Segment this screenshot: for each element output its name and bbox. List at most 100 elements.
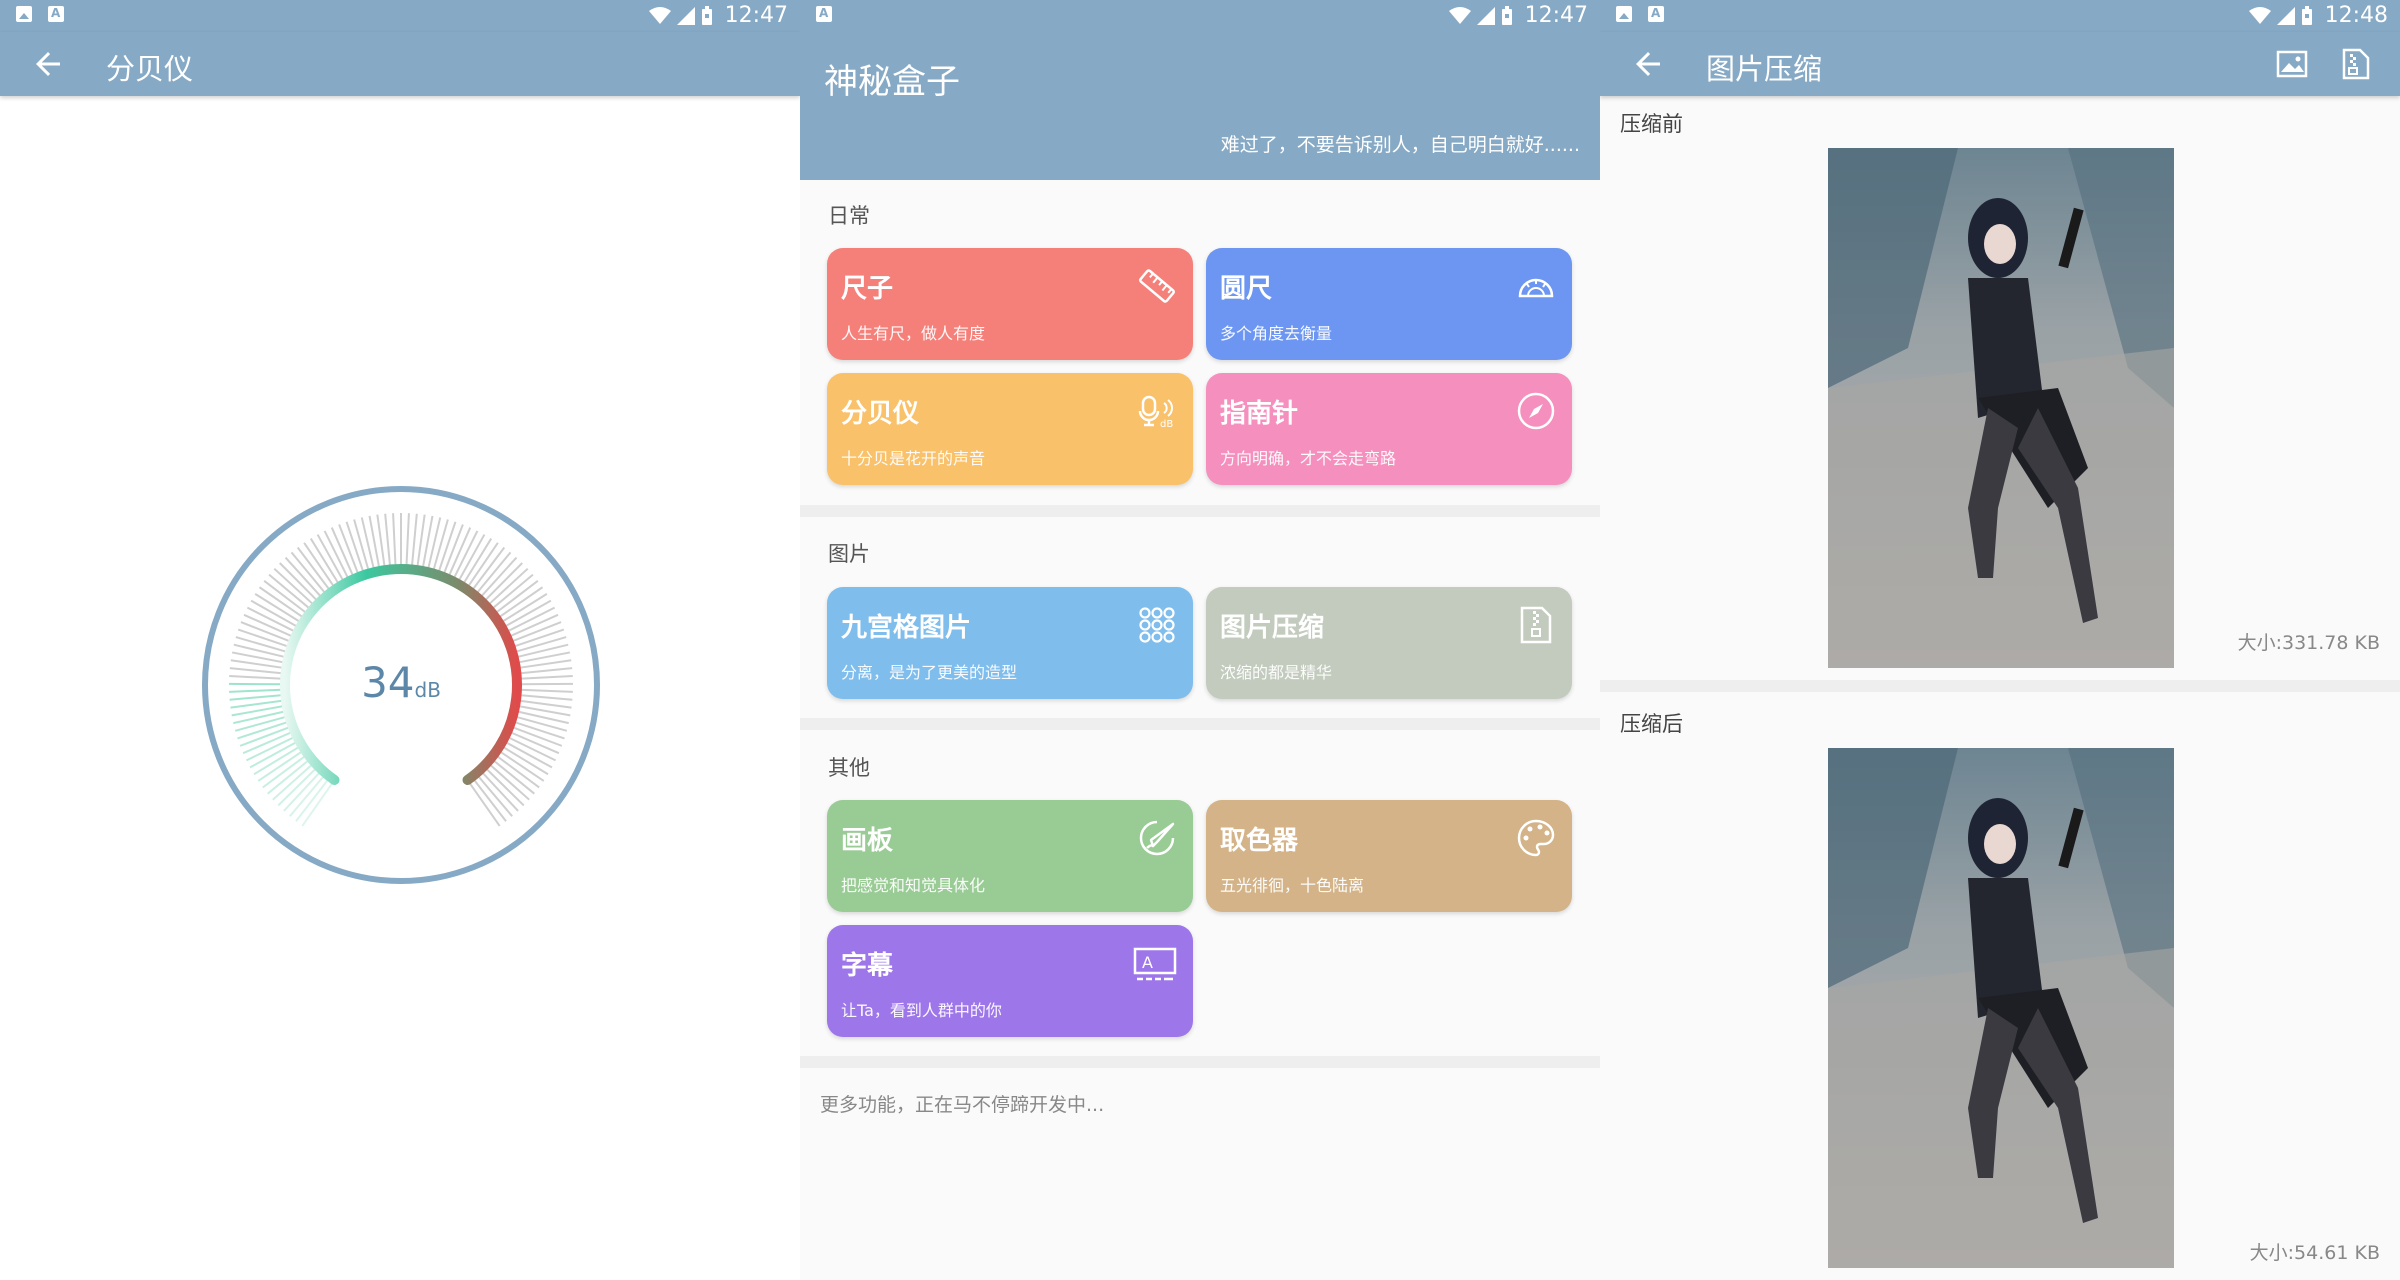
card-title: 尺子 (841, 274, 894, 304)
page-title: 分贝仪 (106, 52, 194, 86)
gauge-tick (426, 517, 442, 573)
decibel-icon: dB (1138, 395, 1173, 430)
gauge-tick (250, 599, 301, 629)
card-color-picker[interactable]: 取色器 五光徘徊，十色陆离 (1206, 800, 1572, 912)
svg-text:dB: dB (1160, 419, 1173, 430)
clock: 12:48 (2324, 3, 2388, 28)
card-title: 指南针 (1220, 399, 1299, 429)
svg-text:A: A (1142, 953, 1153, 972)
card-title: 九宫格图片 (841, 613, 972, 643)
card-drawing-board[interactable]: 画板 把感觉和知觉具体化 (827, 800, 1193, 912)
after-size: 大小:54.61 KB (2249, 1242, 2380, 1264)
card-desc: 人生有尺，做人有度 (841, 324, 986, 343)
gauge-tick (309, 538, 342, 587)
app-notification-icon (816, 6, 832, 22)
before-photo (1828, 148, 2174, 668)
signal-icon (676, 6, 695, 25)
decibel-gauge: 34dB (200, 484, 602, 886)
card-desc: 让Ta，看到人群中的你 (841, 1001, 1002, 1020)
paint-icon (1139, 820, 1175, 856)
gauge-tick (513, 643, 569, 659)
card-desc: 把感觉和知觉具体化 (841, 876, 986, 895)
after-label: 压缩后 (1620, 712, 1683, 736)
decibel-reading: 34dB (200, 658, 602, 707)
card-protractor[interactable]: 圆尺 多个角度去衡量 (1206, 248, 1572, 360)
gauge-tick (405, 513, 410, 570)
gauge-tick (498, 593, 548, 625)
page-title: 图片压缩 (1706, 52, 1823, 86)
card-desc: 五光徘徊，十色陆离 (1220, 876, 1365, 895)
gauge-tick (233, 643, 289, 659)
battery-icon (1501, 5, 1512, 25)
card-title: 圆尺 (1220, 274, 1273, 304)
image-notification-icon (16, 6, 32, 22)
gauge-tick (460, 538, 493, 587)
battery-icon (701, 5, 712, 25)
after-photo (1828, 748, 2174, 1268)
decibel-screen: 12:47 分贝仪 34dB (0, 0, 800, 1280)
grid-icon (1139, 607, 1175, 643)
compress-file-icon[interactable] (2338, 46, 2374, 82)
subtitle-icon: A (1133, 947, 1177, 981)
gauge-tick (384, 513, 392, 570)
card-title: 字幕 (841, 951, 894, 981)
clock: 12:47 (724, 3, 788, 28)
gauge-tick (392, 513, 397, 570)
compass-icon (1517, 392, 1555, 430)
section-title-daily: 日常 (828, 204, 870, 228)
gauge-tick (360, 517, 376, 573)
status-bar: 12:47 (0, 0, 800, 32)
battery-icon (2301, 5, 2312, 25)
card-decibel[interactable]: 分贝仪 十分贝是花开的声音 dB (827, 373, 1193, 485)
ruler-icon (1139, 269, 1175, 303)
wifi-icon (1448, 6, 1471, 24)
before-label: 压缩前 (1620, 112, 1683, 136)
card-grid-image[interactable]: 九宫格图片 分离，是为了更美的造型 (827, 587, 1193, 699)
status-bar: 12:48 (1600, 0, 2400, 32)
app-notification-icon (48, 6, 64, 22)
app-bar: 分贝仪 (0, 32, 800, 96)
card-desc: 浓缩的都是精华 (1220, 663, 1333, 682)
section-title-image: 图片 (828, 542, 870, 566)
signal-icon (2276, 6, 2295, 25)
gauge-tick (233, 709, 289, 725)
section-divider (1600, 680, 2400, 692)
protractor-icon (1518, 278, 1554, 298)
gauge-tick (253, 744, 303, 776)
card-title: 取色器 (1220, 826, 1299, 856)
decibel-value: 34 (361, 658, 415, 707)
zip-file-icon (1520, 606, 1552, 644)
image-compress-screen: 12:48 图片压缩 压缩前 (1600, 0, 2400, 1280)
card-compass[interactable]: 指南针 方向明确，才不会走弯路 (1206, 373, 1572, 485)
signal-icon (1476, 6, 1495, 25)
image-notification-icon (1616, 6, 1632, 22)
home-screen: 12:47 神秘盒子 难过了，不要告诉别人，自己明白就好...... 日常 图片… (800, 0, 1600, 1280)
gauge-tick (410, 513, 418, 570)
gauge-tick (499, 744, 549, 776)
card-title: 画板 (841, 826, 894, 856)
card-desc: 分离，是为了更美的造型 (841, 663, 1018, 682)
card-subtitle[interactable]: 字幕 让Ta，看到人群中的你 A (827, 925, 1193, 1037)
section-title-other: 其他 (828, 756, 870, 780)
card-title: 图片压缩 (1220, 613, 1325, 643)
gauge-tick (254, 593, 304, 625)
card-desc: 多个角度去衡量 (1220, 324, 1333, 343)
app-bar: 图片压缩 (1600, 32, 2400, 96)
app-title: 神秘盒子 (824, 62, 960, 102)
home-header: 神秘盒子 难过了，不要告诉别人，自己明白就好...... (800, 32, 1600, 180)
back-arrow-icon[interactable] (1630, 46, 1666, 82)
clock: 12:47 (1524, 3, 1588, 28)
gauge-tick (501, 599, 552, 629)
section-divider (800, 718, 1600, 730)
card-image-compress[interactable]: 图片压缩 浓缩的都是精华 (1206, 587, 1572, 699)
card-desc: 方向明确，才不会走弯路 (1220, 449, 1397, 468)
card-desc: 十分贝是花开的声音 (841, 449, 986, 468)
status-bar: 12:47 (800, 0, 1600, 32)
more-features-note: 更多功能，正在马不停蹄开发中... (820, 1094, 1105, 1116)
section-divider (800, 1056, 1600, 1068)
wifi-icon (648, 6, 671, 24)
card-ruler[interactable]: 尺子 人生有尺，做人有度 (827, 248, 1193, 360)
back-arrow-icon[interactable] (30, 46, 66, 82)
image-select-icon[interactable] (2274, 46, 2310, 82)
app-subtitle: 难过了，不要告诉别人，自己明白就好...... (1220, 134, 1580, 156)
